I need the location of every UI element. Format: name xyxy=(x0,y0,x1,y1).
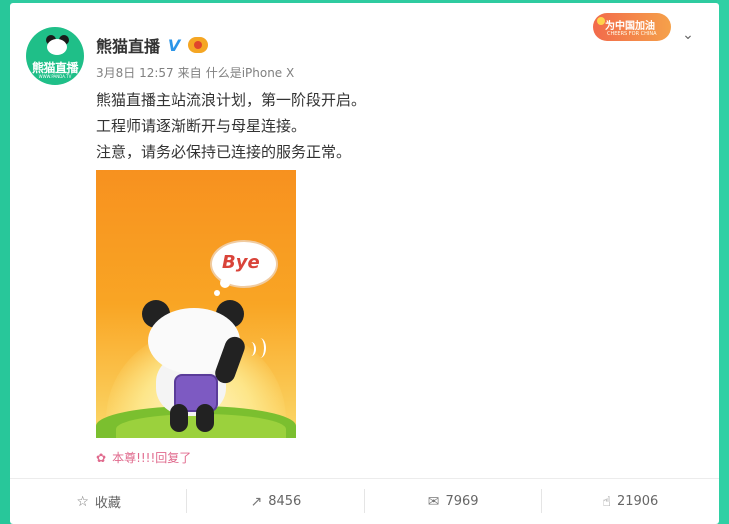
post-device[interactable]: 什么是iPhone X xyxy=(206,64,295,81)
post-meta: 3月8日 12:57 来自 什么是iPhone X xyxy=(96,64,298,81)
post-line: 熊猫直播主站流浪计划，第一阶段开启。 xyxy=(96,91,367,109)
campaign-badge-text: 为中国加油 xyxy=(605,21,655,32)
page-background-left xyxy=(0,0,10,524)
like-count: 21906 xyxy=(616,494,659,509)
vip-icon[interactable] xyxy=(188,37,209,53)
campaign-badge[interactable]: 为中国加油 CHEERS FOR CHINA xyxy=(593,7,673,45)
post-line: 工程师请逐渐断开与母星连接。 xyxy=(96,117,307,135)
post-body: 熊猫直播主站流浪计划，第一阶段开启。 工程师请逐渐断开与母星连接。 注意，请务必… xyxy=(96,87,366,165)
comment-count: 7969 xyxy=(445,494,479,509)
flower-icon: ✿ xyxy=(96,450,107,465)
speech-bubble-tail-small xyxy=(214,290,220,296)
source-line[interactable]: ✿ 本尊!!!!回复了 xyxy=(96,449,191,466)
wave-mark xyxy=(254,338,266,358)
author-row: 熊猫直播 V xyxy=(96,33,209,57)
source-text: 本尊!!!!回复了 xyxy=(112,451,192,465)
verified-icon: V xyxy=(167,35,181,55)
share-icon: ↗ xyxy=(250,493,263,510)
campaign-badge-subtext: CHEERS FOR CHINA xyxy=(607,31,657,37)
chevron-down-icon[interactable]: ⌄ xyxy=(678,25,698,45)
post-line: 注意，请务必保持已连接的服务正常。 xyxy=(96,143,352,161)
thumbs-up-icon: ☝ xyxy=(602,493,611,510)
repost-button[interactable]: ↗ 8456 xyxy=(187,479,365,524)
like-button[interactable]: ☝ 21906 xyxy=(542,479,719,524)
comment-button[interactable]: ✉ 7969 xyxy=(365,479,542,524)
author-name[interactable]: 熊猫直播 xyxy=(96,33,160,57)
speech-bubble-tail xyxy=(220,278,230,288)
action-bar: ☆ 收藏 ↗ 8456 ✉ 7969 ☝ 21906 xyxy=(10,479,719,524)
avatar-subtext: WWW.PANDA.TV xyxy=(38,74,72,79)
panda-leg-left xyxy=(170,404,188,432)
post-date[interactable]: 3月8日 12:57 xyxy=(96,64,174,81)
post-image[interactable]: Bye xyxy=(96,170,296,438)
repost-count: 8456 xyxy=(268,494,302,509)
speech-bubble-text: Bye xyxy=(222,252,260,273)
post-card: 熊猫直播 WWW.PANDA.TV 熊猫直播 V 3月8日 12:57 来自 什… xyxy=(10,3,719,524)
comment-icon: ✉ xyxy=(427,493,440,510)
flag-icon xyxy=(597,17,605,25)
favorite-label: 收藏 xyxy=(94,496,121,511)
avatar[interactable]: 熊猫直播 WWW.PANDA.TV xyxy=(26,27,84,85)
avatar-face xyxy=(47,39,67,55)
favorite-button[interactable]: ☆ 收藏 xyxy=(10,479,188,524)
panda-leg-right xyxy=(196,404,214,432)
post-from-label: 来自 xyxy=(177,66,202,80)
star-icon: ☆ xyxy=(76,493,89,510)
